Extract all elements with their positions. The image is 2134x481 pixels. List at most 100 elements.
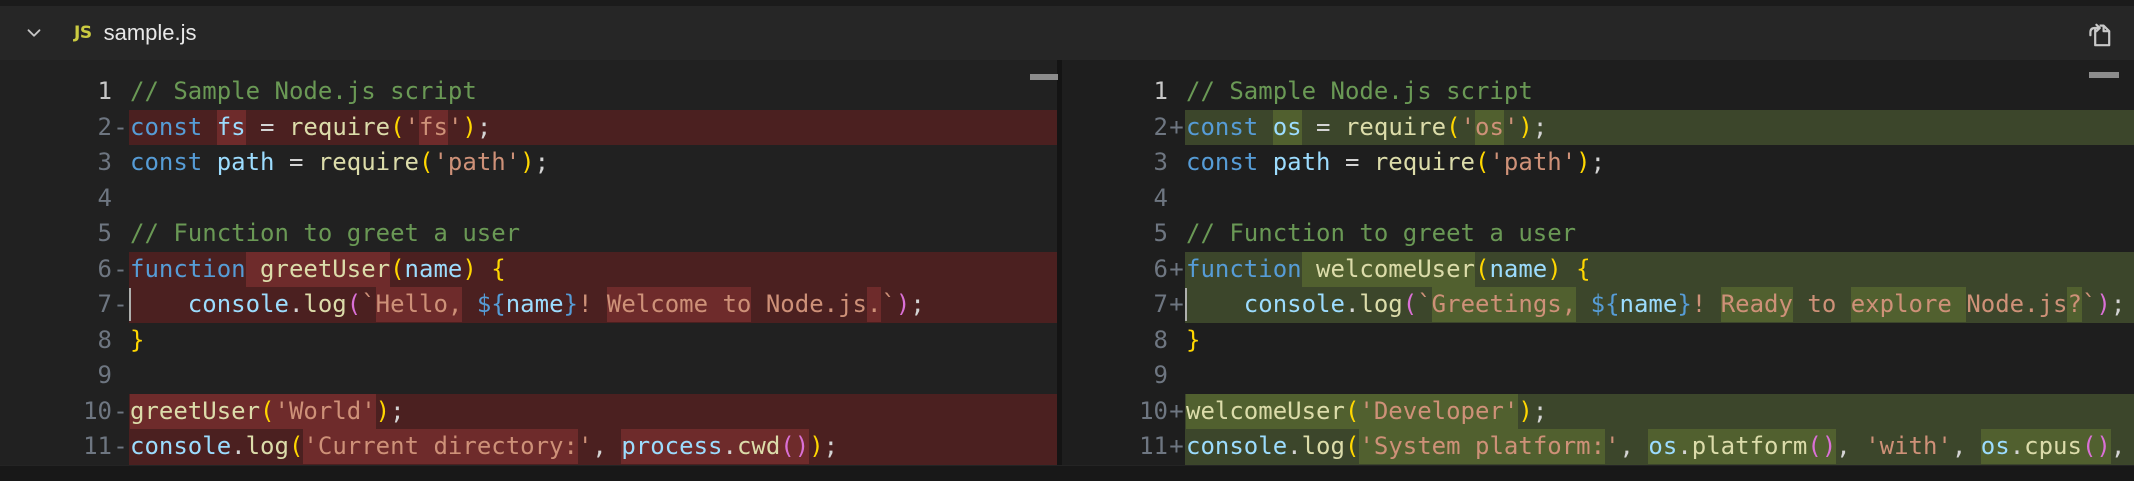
code-text: function welcomeUser(name) { [1185,252,2134,288]
line-number: 9 [0,358,112,394]
line-number: 7 [1062,287,1168,323]
diff-sign [112,358,129,394]
line-number: 10 [1062,394,1168,430]
diff-sign [1168,323,1185,359]
code-line[interactable]: 9 [1062,358,2134,394]
code-line[interactable]: 9 [0,358,1057,394]
code-line[interactable]: 1 // Sample Node.js script [1062,74,2134,110]
code-text: console.log('Current directory:', proces… [129,429,1057,465]
code-line[interactable]: 4 [1062,181,2134,217]
line-number: 8 [1062,323,1168,359]
text-cursor-modified [1185,288,1187,321]
diff-modified-pane[interactable]: 1 // Sample Node.js script2+const os = re… [1062,60,2134,480]
code-text: // Sample Node.js script [1185,74,2134,110]
code-line[interactable]: 1 // Sample Node.js script [0,74,1057,110]
code-text: console.log(`Hello, ${name}! Welcome to … [129,287,1057,323]
diff-original-pane[interactable]: 1// Sample Node.js script2-const fs = re… [0,60,1057,480]
chevron-down-icon[interactable] [23,22,45,44]
open-file-icon[interactable] [2084,18,2116,50]
code-line[interactable]: 10+welcomeUser('Developer'); [1062,394,2134,430]
line-number: 7 [0,287,112,323]
diff-removed-sign: - [112,429,129,465]
file-name-label[interactable]: sample.js [104,20,197,46]
line-number: 3 [1062,145,1168,181]
code-text: const os = require('os'); [1185,110,2134,146]
code-text [1185,181,2134,217]
diff-sign [112,181,129,217]
code-text [1185,358,2134,394]
editor-bottom-edge [0,465,2134,481]
code-text: // Sample Node.js script [129,74,1057,110]
code-text: } [1185,323,2134,359]
diff-sign [1168,216,1185,252]
code-text: console.log('System platform:', os.platf… [1185,429,2134,465]
text-cursor-original [129,288,131,321]
line-number: 8 [0,323,112,359]
code-text: const fs = require('fs'); [129,110,1057,146]
code-line[interactable]: 7+ console.log(`Greetings, ${name}! Read… [1062,287,2134,323]
line-number: 4 [0,181,112,217]
line-number: 5 [0,216,112,252]
diff-added-sign: + [1168,429,1185,465]
code-text: } [129,323,1057,359]
line-number: 4 [1062,181,1168,217]
code-line[interactable]: 3 const path = require('path'); [1062,145,2134,181]
diff-right-rows: 1 // Sample Node.js script2+const os = re… [1062,60,2134,465]
diff-sign [112,216,129,252]
line-number: 2 [0,110,112,146]
code-text: // Function to greet a user [129,216,1057,252]
code-line[interactable]: 5 // Function to greet a user [0,216,1057,252]
line-number: 6 [0,252,112,288]
code-line[interactable]: 8} [0,323,1057,359]
diff-added-sign: + [1168,394,1185,430]
code-line[interactable]: 10-greetUser('World'); [0,394,1057,430]
diff-sign [112,323,129,359]
line-number: 6 [1062,252,1168,288]
diff-added-sign: + [1168,287,1185,323]
diff-sign [112,74,129,110]
line-number: 3 [0,145,112,181]
overview-ruler-cursor-mark-left [1030,74,1058,80]
diff-removed-sign: - [112,287,129,323]
line-number: 5 [1062,216,1168,252]
code-text: greetUser('World'); [129,394,1057,430]
code-text: const path = require('path'); [1185,145,2134,181]
diff-sign [1168,181,1185,217]
diff-added-sign: + [1168,110,1185,146]
code-text: // Function to greet a user [1185,216,2134,252]
diff-sign [1168,74,1185,110]
diff-file-header[interactable]: JS sample.js [0,6,2134,60]
line-number: 1 [0,74,112,110]
code-line[interactable]: 4 [0,181,1057,217]
code-text: welcomeUser('Developer'); [1185,394,2134,430]
code-line[interactable]: 6-function greetUser(name) { [0,252,1057,288]
code-line[interactable]: 5 // Function to greet a user [1062,216,2134,252]
code-text: const path = require('path'); [129,145,1057,181]
code-line[interactable]: 2-const fs = require('fs'); [0,110,1057,146]
code-text [129,181,1057,217]
code-line[interactable]: 3 const path = require('path'); [0,145,1057,181]
overview-ruler-cursor-mark-right [2089,72,2119,78]
code-line[interactable]: 8} [1062,323,2134,359]
line-number: 11 [1062,429,1168,465]
diff-sign [1168,145,1185,181]
javascript-file-icon: JS [74,23,92,43]
code-line[interactable]: 11-console.log('Current directory:', pro… [0,429,1057,465]
code-line[interactable]: 11+console.log('System platform:', os.pl… [1062,429,2134,465]
diff-removed-sign: - [112,394,129,430]
line-number: 10 [0,394,112,430]
line-number: 9 [1062,358,1168,394]
code-text: console.log(`Greetings, ${name}! Ready t… [1185,287,2134,323]
diff-removed-sign: - [112,252,129,288]
diff-sign [1168,358,1185,394]
diff-sign [112,145,129,181]
diff-left-rows: 1// Sample Node.js script2-const fs = re… [0,60,1057,465]
code-line[interactable]: 7- console.log(`Hello, ${name}! Welcome … [0,287,1057,323]
code-line[interactable]: 2+const os = require('os'); [1062,110,2134,146]
line-number: 11 [0,429,112,465]
line-number: 1 [1062,74,1168,110]
diff-added-sign: + [1168,252,1185,288]
code-text: function greetUser(name) { [129,252,1057,288]
code-line[interactable]: 6+function welcomeUser(name) { [1062,252,2134,288]
collapse-toggle[interactable] [22,21,46,45]
